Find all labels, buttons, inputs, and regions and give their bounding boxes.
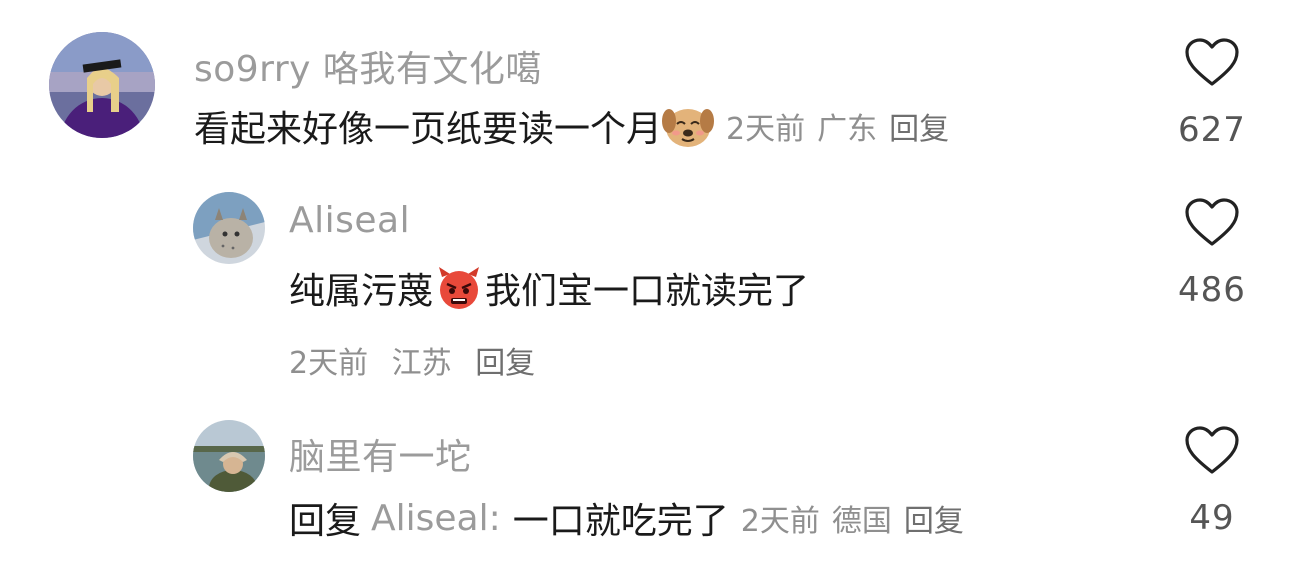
username[interactable]: so9rry 咯我有文化噶	[194, 40, 542, 92]
comment-time: 2天前	[740, 504, 820, 539]
like-column: 627	[1162, 38, 1262, 150]
username[interactable]: Aliseal	[289, 200, 410, 241]
like-column: 486	[1162, 198, 1262, 310]
heart-icon[interactable]	[1184, 426, 1240, 476]
reply-button[interactable]: 回复	[475, 346, 535, 381]
comment-meta: 2天前 江苏 回复	[289, 338, 549, 382]
heart-icon[interactable]	[1184, 38, 1240, 88]
comment-location: 广东	[817, 112, 878, 147]
comment-text-after: 我们宝一口就读完了	[485, 271, 810, 312]
comment-location: 德国	[831, 504, 892, 539]
reply-target-username[interactable]: Aliseal:	[371, 498, 501, 539]
like-count: 49	[1189, 498, 1235, 538]
comment-text: 一口就吃完了	[512, 501, 729, 542]
comment-text-line: 回复 Aliseal: 一口就吃完了 2天前 德国 回复	[289, 492, 964, 544]
comment-time: 2天前	[289, 346, 369, 381]
username[interactable]: 脑里有一坨	[289, 428, 472, 480]
comment-text: 看起来好像一页纸要读一个月	[194, 109, 663, 150]
dog-blush-emoji	[662, 103, 715, 149]
like-column: 49	[1162, 426, 1262, 538]
reply-button[interactable]: 回复	[889, 104, 949, 148]
reply-button[interactable]: 回复	[904, 496, 964, 540]
reply-prefix: 回复	[289, 501, 362, 542]
comment-location: 江苏	[391, 346, 452, 381]
avatar[interactable]	[193, 420, 265, 492]
avatar[interactable]	[49, 32, 155, 138]
comment-text-before: 纯属污蔑	[289, 271, 434, 312]
comment-text-line: 看起来好像一页纸要读一个月 2天前 广东 回复	[194, 100, 949, 152]
angry-devil-emoji	[433, 265, 485, 311]
comment-text-line: 纯属污蔑 我们宝一口就读完了	[289, 262, 809, 314]
heart-icon[interactable]	[1184, 198, 1240, 248]
avatar[interactable]	[193, 192, 265, 264]
like-count: 486	[1178, 270, 1246, 310]
comment-time: 2天前	[726, 112, 806, 147]
like-count: 627	[1178, 110, 1246, 150]
